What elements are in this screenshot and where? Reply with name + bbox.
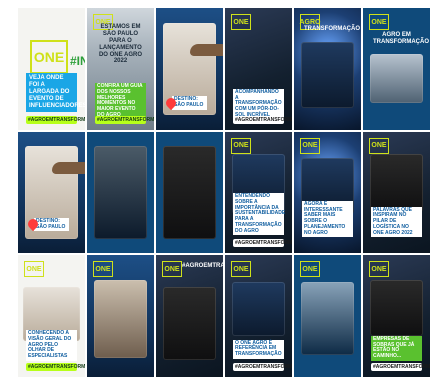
story-tile-10[interactable]: ONE ENTENDENDO SOBRE A IMPORTÂNCIA DA SU… (225, 131, 292, 254)
story-label: ENTENDENDO SOBRE A IMPORTÂNCIA DA SUSTEN… (233, 193, 286, 236)
one-logo: ONE (93, 261, 113, 278)
pin-icon (25, 217, 41, 232)
one-logo: ONE (24, 261, 44, 278)
story-label: CONHECENDO A VISÃO GERAL DO AGRO PELO OL… (26, 330, 77, 361)
one-logo: ONE (231, 261, 251, 278)
one-logo: ONE (162, 261, 182, 278)
story-label: CONFIRA UM GUIA DOS NOSSOS MELHORES MOME… (95, 83, 146, 120)
one-logo: ONE (369, 137, 389, 154)
story-tile-5[interactable]: AGRO TRANSFORMAÇÃO (294, 8, 361, 130)
story-card (93, 146, 148, 239)
story-hashtag-pill: #AGROEMTRANSFORMAÇÃO (233, 239, 292, 248)
one-logo: ONE (369, 261, 389, 278)
one-logo: ONE (231, 137, 251, 154)
story-tile-13[interactable]: ONE CONHECENDO A VISÃO GERAL DO AGRO PEL… (18, 255, 85, 377)
story-caption: AGRO EM TRANSFORMAÇÃO (373, 32, 429, 45)
story-card (369, 153, 424, 212)
story-label: AGORA É INTERESSANTE SABER MAIS SOBRE O … (302, 200, 353, 238)
influs-hashtag: #INFLUS (70, 54, 85, 68)
hat-icon (52, 161, 85, 174)
story-label: EMPRESAS DE SOBRAS QUE JÁ ESTÃO NO CAMIN… (371, 335, 422, 361)
story-card (300, 42, 355, 108)
story-caption: ESTAMOS EM SÃO PAULO PARA O LANÇAMENTO D… (98, 24, 143, 65)
story-hashtag-pill: #AGROEMTRANSFORMAÇÃO (371, 362, 430, 371)
story-tile-7[interactable]: Destino: São Paulo (18, 131, 85, 254)
story-hashtag-pill: #AGROEMTRANSFORMAÇÃO (95, 115, 154, 124)
story-tile-11[interactable]: ONE AGORA É INTERESSANTE SABER MAIS SOBR… (294, 131, 361, 254)
one-logo: ONE (369, 14, 389, 30)
story-card (93, 279, 148, 358)
one-logo: ONE (300, 137, 320, 154)
location-tag: Destino: São Paulo (34, 217, 69, 232)
story-tile-17[interactable]: ONE (294, 255, 361, 377)
story-tile-18[interactable]: ONE EMPRESAS DE SOBRAS QUE JÁ ESTÃO NO C… (363, 255, 430, 377)
story-hashtag-pill: #AGROEMTRANSFORMAÇÃO (26, 362, 85, 371)
story-tile-2[interactable]: ONE ESTAMOS EM SÃO PAULO PARA O LANÇAMEN… (87, 8, 154, 130)
story-label: VEJA ONDE FOI A LARGADA DO EVENTO DE INF… (26, 73, 85, 112)
story-label: O ONE AGRO É REFERÊNCIA EM TRANSFORMAÇÃO (233, 339, 284, 359)
story-grid: ONE #INFLUS 2022 VEJA ONDE FOI A LARGADA… (18, 8, 430, 377)
story-card (162, 286, 217, 360)
story-card (369, 279, 424, 336)
story-tile-14[interactable]: ONE (87, 255, 154, 377)
story-label: PALAVRAS QUE INSPIRAM NO PILAR DE LOGÍST… (371, 206, 422, 238)
story-card (300, 282, 355, 356)
story-caption: TRANSFORMAÇÃO (304, 26, 360, 32)
hat-icon (190, 44, 223, 56)
story-card (162, 146, 217, 239)
story-tile-16[interactable]: ONE O ONE AGRO É REFERÊNCIA EM TRANSFORM… (225, 255, 292, 377)
story-tile-1[interactable]: ONE #INFLUS 2022 VEJA ONDE FOI A LARGADA… (18, 8, 85, 130)
story-card (231, 282, 286, 336)
story-tile-15[interactable]: ONE #AGROEMTRANSFORMAÇÃO (156, 255, 223, 377)
pin-icon (163, 95, 179, 110)
one-logo: ONE (231, 14, 251, 30)
story-hashtag-pill: #AGROEMTRANSFORMAÇÃO (233, 362, 292, 371)
story-hashtag-pill: #AGROEMTRANSFORMAÇÃO (26, 115, 85, 124)
story-tile-3[interactable]: Destino: São Paulo (156, 8, 223, 130)
one-logo: ONE (30, 40, 68, 74)
story-hashtag-pill: #AGROEMTRANSFORMAÇÃO (233, 115, 292, 124)
story-tile-12[interactable]: ONE PALAVRAS QUE INSPIRAM NO PILAR DE LO… (363, 131, 430, 254)
one-logo: ONE (300, 261, 320, 278)
story-tile-6[interactable]: ONE AGRO EM TRANSFORMAÇÃO (363, 8, 430, 130)
location-tag: Destino: São Paulo (172, 96, 207, 110)
story-caption: #AGROEMTRANSFORMAÇÃO (182, 263, 223, 270)
story-tile-4[interactable]: ONE ACOMPANHANDO A TRANSFORMAÇÃO COM UM … (225, 8, 292, 130)
story-tile-8[interactable] (87, 131, 154, 254)
story-card (369, 54, 424, 103)
story-tile-9[interactable] (156, 131, 223, 254)
